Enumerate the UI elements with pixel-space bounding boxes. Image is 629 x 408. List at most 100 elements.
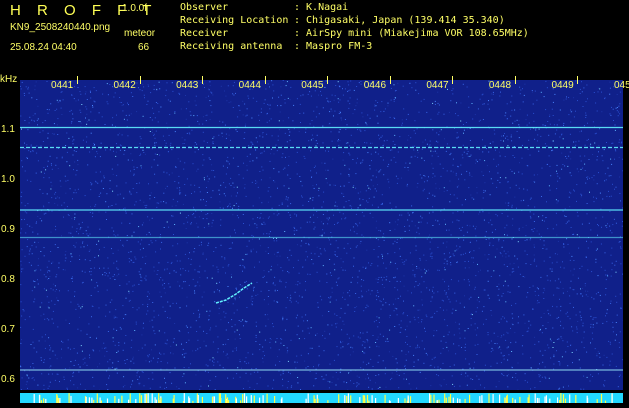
power-spike [155,397,156,403]
power-spike [139,393,140,403]
power-spike [107,399,108,404]
power-spike [91,398,92,403]
power-spike [515,400,516,404]
power-spike [225,394,226,403]
meteor-count: 66 [138,42,149,53]
spectrogram-plot [20,80,623,390]
power-spike [537,398,538,403]
power-spike [93,400,94,403]
x-tick-mark [202,76,203,84]
power-spike [512,398,513,403]
x-tick-label: 0447 [426,80,448,91]
power-spike [267,394,268,403]
power-spike [227,400,228,403]
power-spike [100,398,101,404]
power-spike [390,401,391,403]
power-spike [587,398,588,403]
header-panel: H R O F F T 1.0.0f KN9_2508240440.png me… [0,0,629,76]
power-spike [488,394,489,403]
power-spike [251,395,252,403]
power-spike [263,395,264,403]
power-spike [450,394,451,403]
y-axis-label: kHz [0,74,17,85]
power-spike [314,395,315,403]
power-spike [546,395,547,403]
power-spike [429,393,430,403]
x-tick-label: 0450 [614,80,629,91]
power-spike [359,397,360,403]
power-spike [156,400,157,403]
x-tick-label: 0443 [176,80,198,91]
power-spike [152,393,153,403]
power-spike [446,398,447,403]
power-spike [559,400,560,403]
power-spike [240,400,241,403]
power-spike [408,395,409,403]
x-tick-label: 0444 [239,80,261,91]
y-tick-label: 0.8 [1,274,15,285]
power-spike [385,395,386,403]
power-spike [41,400,42,403]
power-spike [430,395,431,403]
x-tick-label: 0441 [51,80,73,91]
power-spike [398,398,399,403]
x-tick-mark [327,76,328,84]
power-spike [457,398,458,403]
power-spike [34,394,35,403]
power-spike [549,399,550,403]
power-spike [372,395,373,403]
power-spike [605,401,606,403]
power-spike [259,398,260,403]
noise-texture [20,80,623,390]
power-spike [146,394,147,403]
y-tick-label: 1.0 [1,174,15,185]
power-spike [499,395,500,404]
power-spike [244,393,245,403]
x-tick-mark [515,76,516,84]
power-spike [504,398,505,404]
power-spike [228,400,229,403]
power-spike [404,398,405,403]
power-spike [444,394,445,404]
app-version: 1.0.0f [122,3,147,14]
power-spike [453,398,454,403]
power-spike [438,400,439,403]
power-spike [219,393,220,403]
power-spike [70,396,71,403]
power-spike [601,394,602,403]
power-spike [118,399,119,403]
power-spike [97,394,98,404]
power-spike [338,394,339,403]
power-spike [236,398,237,403]
power-spike [327,400,328,403]
power-spike [148,393,149,403]
y-tick-label: 0.6 [1,374,15,385]
power-spike [375,398,376,403]
power-spike [363,395,364,403]
power-spike [145,394,146,403]
power-spike [161,398,162,403]
power-bar [20,390,623,400]
x-tick-mark [140,76,141,84]
info-value: : Maspro FM-3 [294,41,372,52]
power-spike [130,393,131,403]
x-tick-mark [452,76,453,84]
x-tick-mark [577,76,578,84]
power-spike [254,396,255,404]
power-spike [538,398,539,403]
x-tick-label: 0448 [489,80,511,91]
power-spike [350,395,351,403]
power-spike [565,399,566,403]
power-spike [192,401,193,403]
power-spike [482,401,483,403]
power-spike [344,395,345,403]
timestamp: 25.08.24 04:40 [10,42,77,53]
power-spike [43,398,44,403]
info-value: : K.Nagai [294,2,348,13]
y-tick-label: 0.7 [1,324,15,335]
power-spike [367,395,368,403]
x-tick-mark [265,76,266,84]
power-bar-fill [20,393,623,403]
y-tick-label: 0.9 [1,224,15,235]
info-value: : AirSpy mini (Miakejima VOR 108.65MHz) [294,28,529,39]
